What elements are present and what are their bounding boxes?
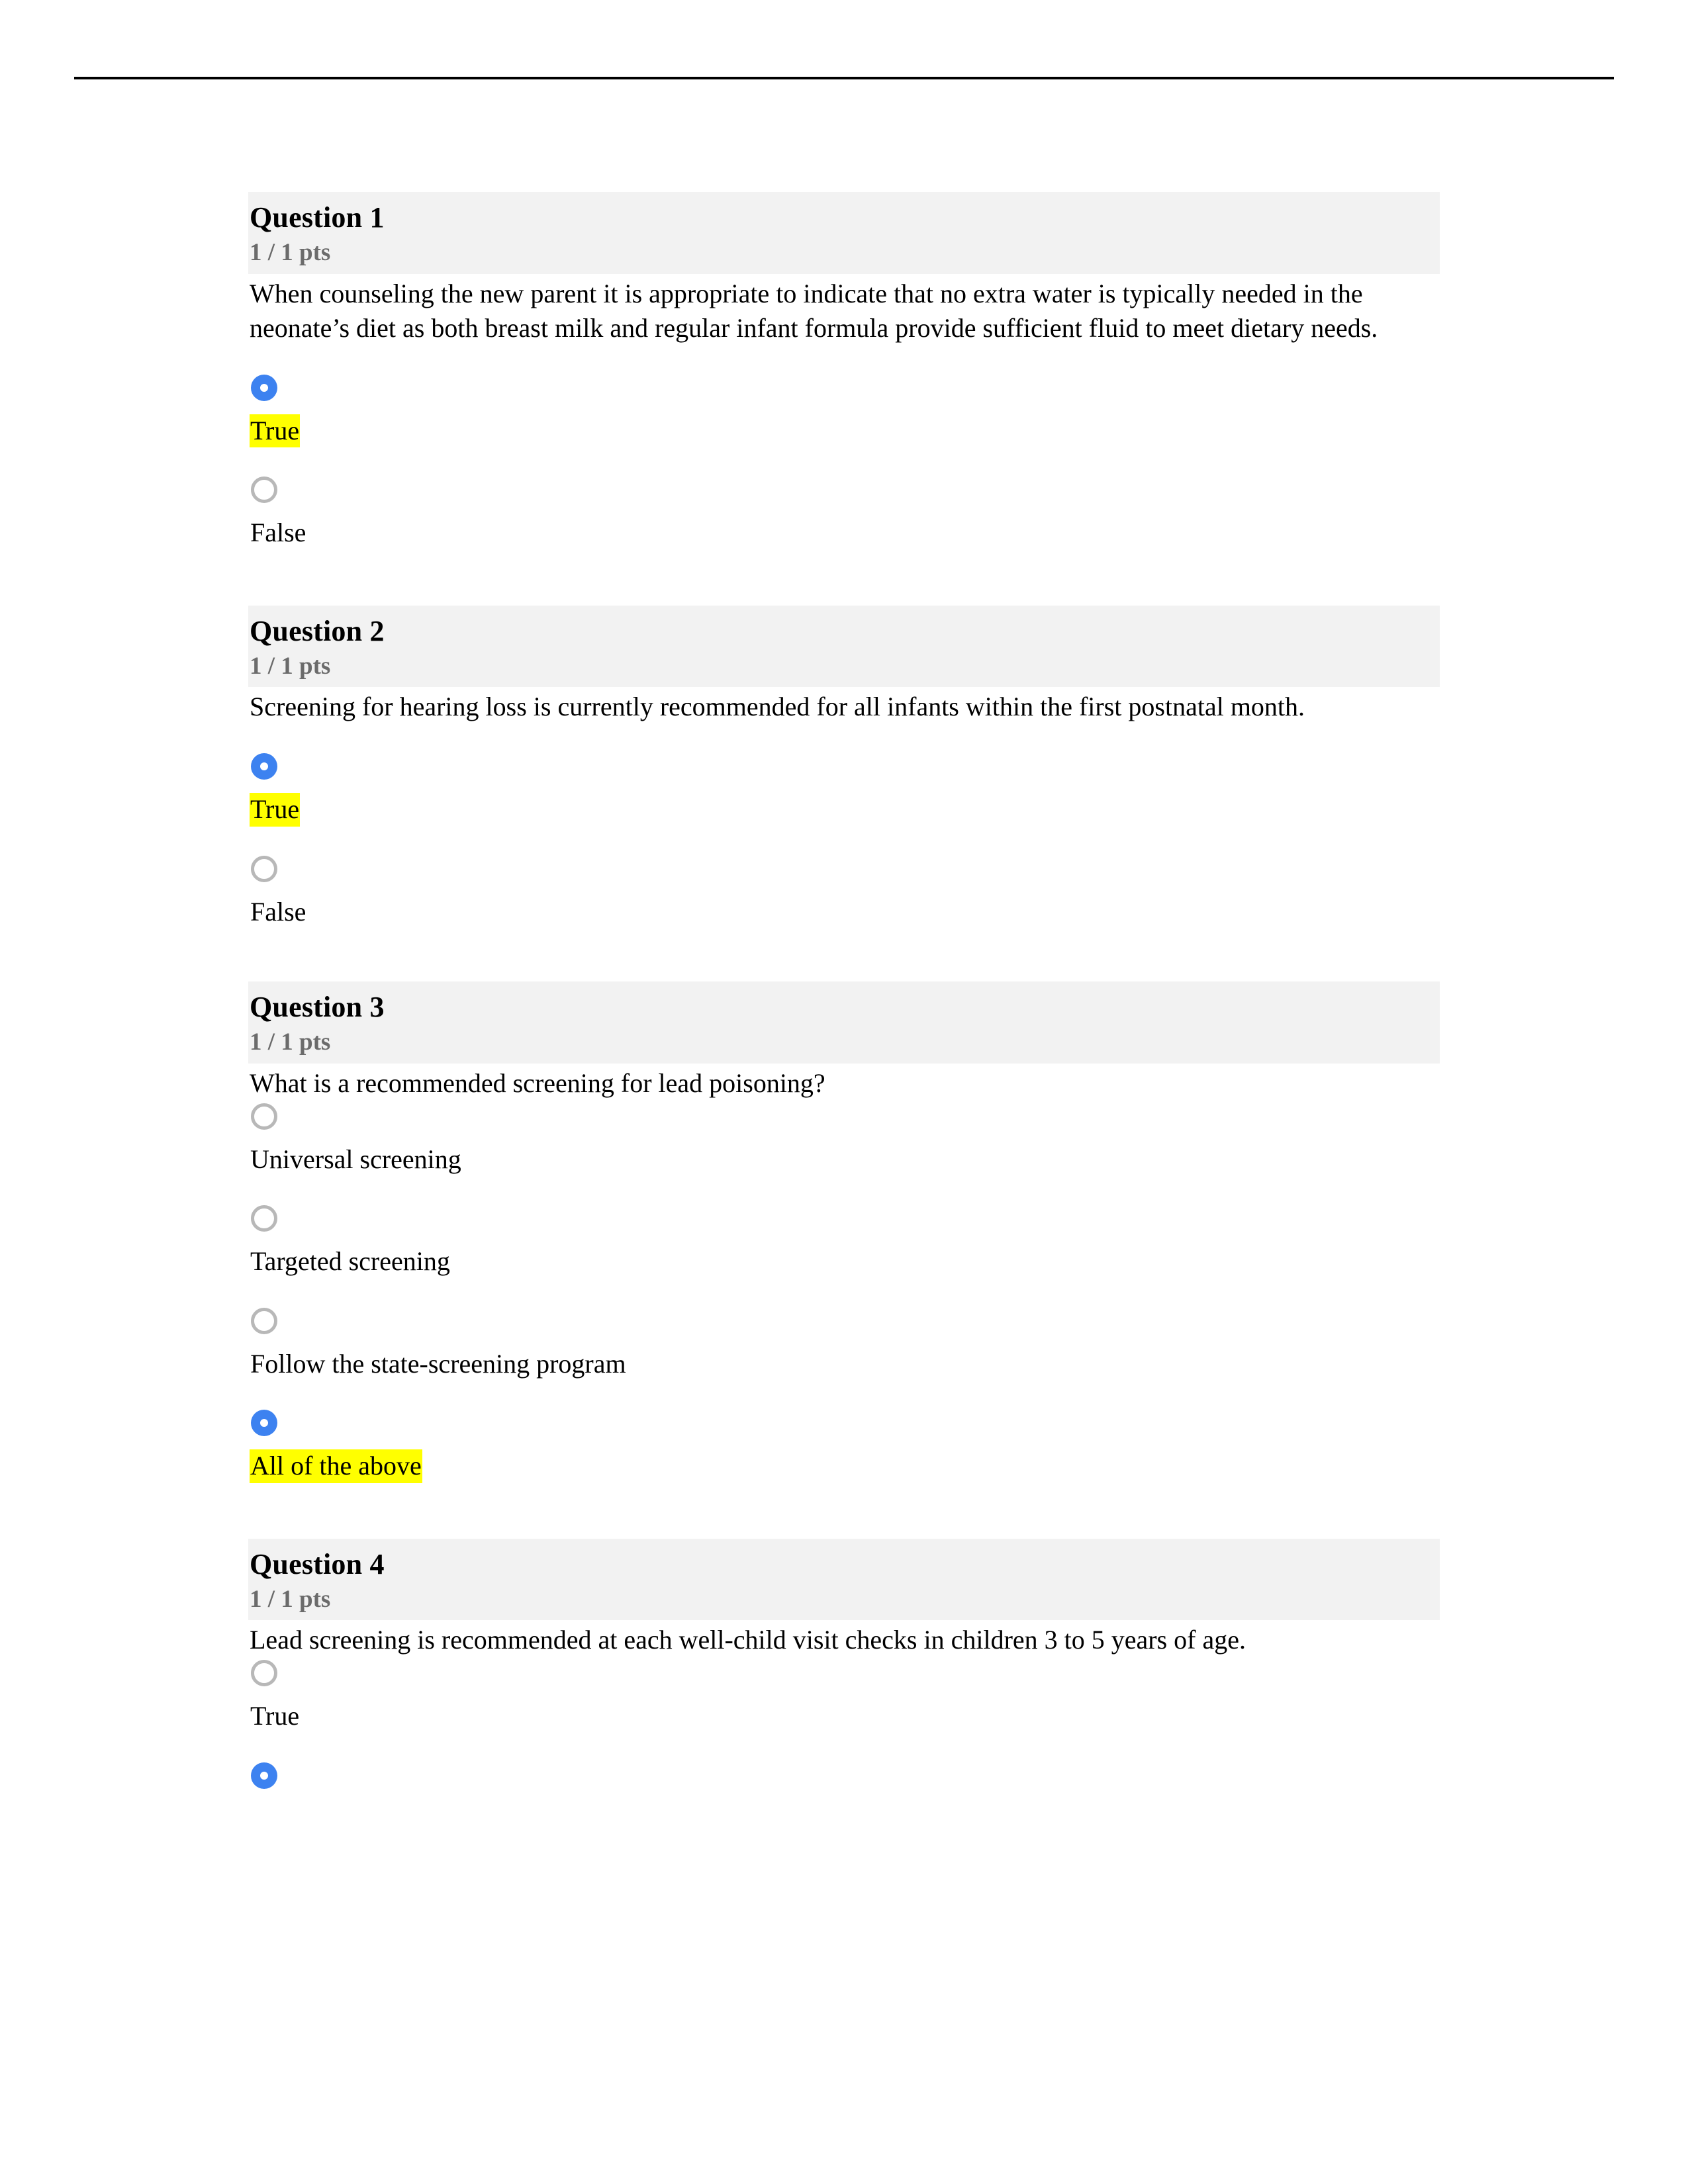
page-header-rule	[74, 77, 1614, 79]
answer-label-wrap: Universal screening	[250, 1130, 1440, 1176]
answer-label-wrap: True	[250, 401, 1440, 448]
answer-option[interactable]: All of the above	[248, 1410, 1440, 1483]
question-header: Question 1 1 / 1 pts	[248, 192, 1440, 274]
radio-selected-icon[interactable]	[251, 753, 277, 780]
question-points: 1 / 1 pts	[250, 239, 331, 267]
radio-unselected-icon[interactable]	[251, 1660, 277, 1687]
answer-option[interactable]: False	[248, 855, 1440, 929]
answer-options: Universal screening Targeted screening Fol…	[248, 1103, 1440, 1483]
radio-unselected-icon[interactable]	[251, 1205, 277, 1232]
radio-selected-icon[interactable]	[251, 1410, 277, 1437]
radio-unselected-icon[interactable]	[251, 855, 277, 882]
answer-option[interactable]: Targeted screening	[248, 1205, 1440, 1278]
radio-unselected-icon[interactable]	[251, 1103, 277, 1130]
answer-option-label: True	[250, 1701, 300, 1731]
answer-options: True False	[248, 374, 1440, 550]
question-text: What is a recommended screening for lead…	[250, 1068, 825, 1098]
answer-label-wrap: False	[250, 882, 1440, 929]
answer-option-label: All of the above	[250, 1449, 422, 1483]
answer-label-wrap: All of the above	[250, 1436, 1440, 1483]
question-header: Question 3 1 / 1 pts	[248, 981, 1440, 1064]
answer-option-label: False	[250, 518, 306, 548]
answer-label-wrap: Targeted screening	[250, 1232, 1440, 1278]
radio-unselected-icon[interactable]	[251, 1307, 277, 1334]
answer-option[interactable]	[248, 1762, 1440, 1789]
answer-option-label: Targeted screening	[250, 1246, 450, 1277]
radio-selected-icon[interactable]	[251, 1762, 277, 1789]
question-title: Question 4	[250, 1547, 385, 1580]
answer-option-label: Follow the state-screening program	[250, 1348, 626, 1379]
question-title: Question 3	[250, 991, 385, 1024]
question-spacer	[248, 1483, 1440, 1539]
question-title: Question 2	[250, 614, 385, 647]
answer-label-wrap: True	[250, 780, 1440, 827]
answer-options: True False	[248, 753, 1440, 929]
question-spacer	[248, 550, 1440, 606]
question-points: 1 / 1 pts	[250, 1585, 331, 1613]
question-spacer	[248, 929, 1440, 981]
radio-unselected-icon[interactable]	[251, 477, 277, 504]
answer-option[interactable]: Follow the state-screening program	[248, 1307, 1440, 1381]
question-points: 1 / 1 pts	[250, 1028, 331, 1056]
question-text: When counseling the new parent it is app…	[250, 278, 1378, 343]
answer-option[interactable]: True	[248, 1660, 1440, 1733]
question-title: Question 1	[250, 201, 385, 234]
answer-option[interactable]: True	[248, 374, 1440, 448]
question-header: Question 2 1 / 1 pts	[248, 605, 1440, 688]
document-page: Question 1 1 / 1 pts When counseling the n…	[0, 0, 1688, 2184]
answer-options: True	[248, 1660, 1440, 1789]
answer-option[interactable]: False	[248, 477, 1440, 549]
question-block: Question 1 1 / 1 pts When counseling the n…	[248, 192, 1440, 550]
answer-option-label: True	[250, 793, 301, 827]
answer-option[interactable]: Universal screening	[248, 1103, 1440, 1176]
question-header: Question 4 1 / 1 pts	[248, 1538, 1440, 1621]
quiz-question-list: Question 1 1 / 1 pts When counseling the n…	[248, 192, 1440, 1789]
question-points: 1 / 1 pts	[250, 652, 331, 680]
answer-option-label: Universal screening	[250, 1144, 461, 1174]
answer-label-wrap: True	[250, 1686, 1440, 1733]
answer-label-wrap: False	[250, 503, 1440, 549]
question-block: Question 4 1 / 1 pts Lead screening is rec…	[248, 1538, 1440, 1789]
question-block: Question 3 1 / 1 pts What is a recommended…	[248, 981, 1440, 1483]
question-block: Question 2 1 / 1 pts Screening for hearing…	[248, 605, 1440, 929]
answer-label-wrap: Follow the state-screening program	[250, 1334, 1440, 1381]
question-text: Lead screening is recommended at each we…	[250, 1625, 1246, 1655]
radio-selected-icon[interactable]	[251, 374, 277, 401]
answer-option[interactable]: True	[248, 753, 1440, 827]
answer-option-label: True	[250, 414, 301, 448]
answer-option-label: False	[250, 896, 306, 927]
question-text: Screening for hearing loss is currently …	[250, 692, 1305, 722]
